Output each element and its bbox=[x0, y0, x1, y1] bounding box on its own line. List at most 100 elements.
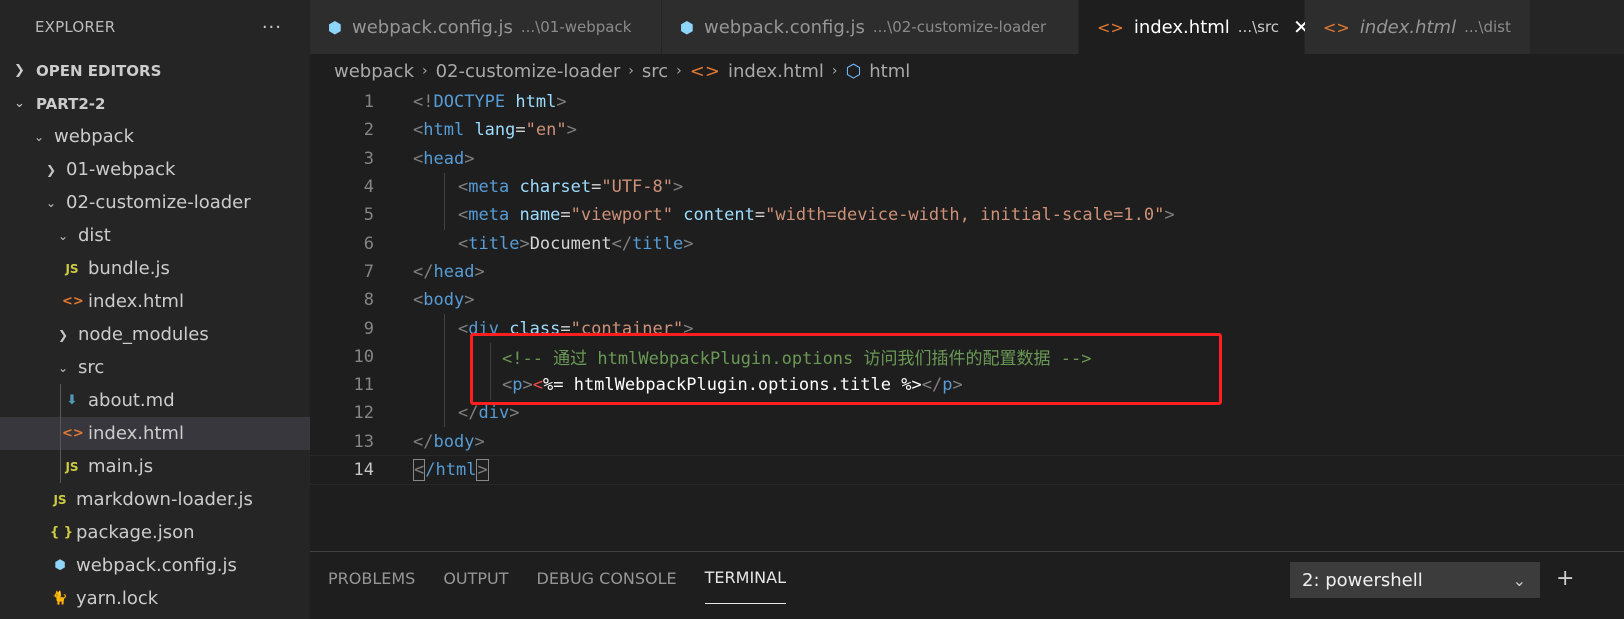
chevron-right-icon: › bbox=[628, 63, 634, 79]
html-file-icon: <> bbox=[62, 426, 84, 441]
indent-guide bbox=[60, 417, 61, 450]
chevron-down-icon: ⌄ bbox=[57, 228, 69, 243]
tree-folder-src[interactable]: ⌄ src bbox=[0, 351, 310, 384]
line-number: 8 bbox=[363, 290, 374, 311]
terminal-select[interactable]: 2: powershell ⌄ bbox=[1290, 562, 1540, 598]
tree-folder-webpack[interactable]: ⌄ webpack bbox=[0, 120, 310, 153]
line-number: 6 bbox=[363, 233, 374, 254]
line-number: 13 bbox=[353, 431, 374, 452]
html-file-icon: <> bbox=[62, 294, 84, 309]
chevron-right-icon: › bbox=[676, 63, 682, 79]
tree-folder-01-webpack[interactable]: ❯ 01-webpack bbox=[0, 153, 310, 186]
code-editor[interactable]: 1 <!DOCTYPE html> 2 <html lang="en"> 3 <… bbox=[309, 88, 1624, 568]
html-file-icon: <> bbox=[689, 60, 720, 82]
tree-folder-02-customize-loader[interactable]: ⌄ 02-customize-loader bbox=[0, 186, 310, 219]
chevron-down-icon: ⌄ bbox=[45, 195, 57, 210]
code-text: <!DOCTYPE html> bbox=[413, 92, 567, 113]
tab-webpack-config-01[interactable]: ⬢ webpack.config.js ...\01-webpack bbox=[310, 0, 662, 54]
tree-file-package-json[interactable]: { } package.json bbox=[0, 516, 310, 549]
line-number: 10 bbox=[353, 346, 374, 367]
code-text: <html lang="en"> bbox=[413, 120, 577, 141]
html-file-icon: <> bbox=[1097, 17, 1124, 37]
tab-description: ...\02-customize-loader bbox=[872, 18, 1047, 36]
chevron-right-icon: › bbox=[422, 63, 428, 79]
line-number: 3 bbox=[363, 148, 374, 169]
tab-terminal[interactable]: TERMINAL bbox=[704, 552, 787, 604]
line-number: 1 bbox=[363, 92, 374, 113]
chevron-down-icon: ⌄ bbox=[33, 129, 45, 144]
tree-item-label: webpack bbox=[54, 126, 134, 147]
tree-file-main-js[interactable]: JS main.js bbox=[0, 450, 310, 483]
new-terminal-icon[interactable]: + bbox=[1556, 566, 1574, 591]
workspace-label: PART2-2 bbox=[36, 94, 106, 113]
js-file-icon: JS bbox=[65, 261, 79, 276]
tab-problems[interactable]: PROBLEMS bbox=[328, 552, 415, 604]
code-line: 7 </head> bbox=[310, 258, 1624, 286]
tab-src-index-html[interactable]: <> index.html ...\src ✕ bbox=[1079, 0, 1310, 54]
code-text: <meta charset="UTF-8"> bbox=[458, 177, 684, 198]
code-line: 13 </body> bbox=[310, 428, 1624, 456]
tree-folder-node-modules[interactable]: ❯ node_modules bbox=[0, 318, 310, 351]
tree-file-about-md[interactable]: ⬇ about.md bbox=[0, 384, 310, 417]
code-text: </html> bbox=[413, 459, 489, 481]
tree-item-label: node_modules bbox=[78, 324, 209, 345]
code-text: <meta name="viewport" content="width=dev… bbox=[458, 205, 1175, 226]
indent-guide bbox=[60, 384, 61, 417]
code-line: 6 <title>Document</title> bbox=[310, 229, 1624, 257]
tab-output[interactable]: OUTPUT bbox=[443, 552, 508, 604]
tree-file-dist-index-html[interactable]: <> index.html bbox=[0, 285, 310, 318]
chevron-right-icon: ❯ bbox=[14, 63, 25, 78]
open-editors-section[interactable]: ❯ OPEN EDITORS bbox=[0, 54, 310, 87]
code-text: <head> bbox=[413, 148, 475, 169]
tree-file-yarn-lock[interactable]: 🐈 yarn.lock bbox=[0, 582, 310, 615]
tree-item-label: package.json bbox=[76, 522, 195, 543]
code-line: 3 <head> bbox=[310, 145, 1624, 173]
chevron-right-icon: › bbox=[831, 63, 838, 79]
tree-item-label: webpack.config.js bbox=[76, 555, 237, 576]
workspace-section[interactable]: ⌄ PART2-2 bbox=[0, 87, 310, 120]
breadcrumb-item[interactable]: src bbox=[642, 61, 668, 82]
code-text: </body> bbox=[413, 431, 485, 452]
tree-item-label: src bbox=[78, 357, 105, 378]
yarn-file-icon: 🐈 bbox=[51, 591, 69, 606]
tree-item-label: yarn.lock bbox=[76, 588, 159, 609]
explorer-sidebar: EXPLORER ··· ❯ OPEN EDITORS ⌄ PART2-2 ⌄ … bbox=[0, 0, 310, 619]
tree-file-src-index-html[interactable]: <> index.html bbox=[0, 417, 310, 450]
tab-description: ...\dist bbox=[1464, 18, 1511, 36]
tree-item-label: 02-customize-loader bbox=[66, 192, 251, 213]
editor-tabs: ⬢ webpack.config.js ...\01-webpack ⬢ web… bbox=[310, 0, 1624, 54]
tab-debug-console[interactable]: DEBUG CONSOLE bbox=[537, 552, 677, 604]
tree-file-bundle-js[interactable]: JS bundle.js bbox=[0, 252, 310, 285]
webpack-file-icon: ⬢ bbox=[54, 558, 66, 573]
chevron-down-icon: ⌄ bbox=[14, 96, 25, 111]
breadcrumb-item[interactable]: webpack bbox=[334, 61, 414, 82]
tree-folder-dist[interactable]: ⌄ dist bbox=[0, 219, 310, 252]
tab-description: ...\src bbox=[1237, 18, 1280, 36]
code-line: 2 <html lang="en"> bbox=[310, 116, 1624, 144]
code-line: 8 <body> bbox=[310, 286, 1624, 314]
tree-file-markdown-loader-js[interactable]: JS markdown-loader.js bbox=[0, 483, 310, 516]
tab-dist-index-html[interactable]: <> index.html ...\dist bbox=[1305, 0, 1531, 54]
breadcrumb-item[interactable]: index.html bbox=[728, 61, 824, 82]
line-number: 12 bbox=[353, 403, 374, 424]
code-line-current: 14 </html> bbox=[309, 454, 1624, 486]
tab-description: ...\01-webpack bbox=[520, 18, 632, 36]
html-file-icon: <> bbox=[1323, 17, 1350, 37]
webpack-file-icon: ⬢ bbox=[680, 17, 694, 37]
breadcrumb-item[interactable]: html bbox=[869, 61, 910, 82]
indent-guide bbox=[60, 450, 61, 483]
code-line: 4 <meta charset="UTF-8"> bbox=[310, 173, 1624, 201]
line-number: 7 bbox=[363, 261, 374, 282]
code-text: <title>Document</title> bbox=[458, 233, 694, 254]
breadcrumb-item[interactable]: 02-customize-loader bbox=[436, 61, 621, 82]
line-number: 4 bbox=[363, 177, 374, 198]
tree-item-label: main.js bbox=[88, 456, 154, 477]
code-text: </div> bbox=[458, 403, 520, 424]
tab-label: webpack.config.js bbox=[351, 16, 513, 38]
tree-file-webpack-config-js[interactable]: ⬢ webpack.config.js bbox=[0, 549, 310, 582]
more-actions-icon[interactable]: ··· bbox=[262, 17, 282, 38]
open-editors-label: OPEN EDITORS bbox=[36, 61, 162, 80]
tab-webpack-config-02[interactable]: ⬢ webpack.config.js ...\02-customize-loa… bbox=[662, 0, 1079, 54]
code-text: <body> bbox=[413, 290, 475, 311]
webpack-file-icon: ⬢ bbox=[328, 17, 342, 37]
